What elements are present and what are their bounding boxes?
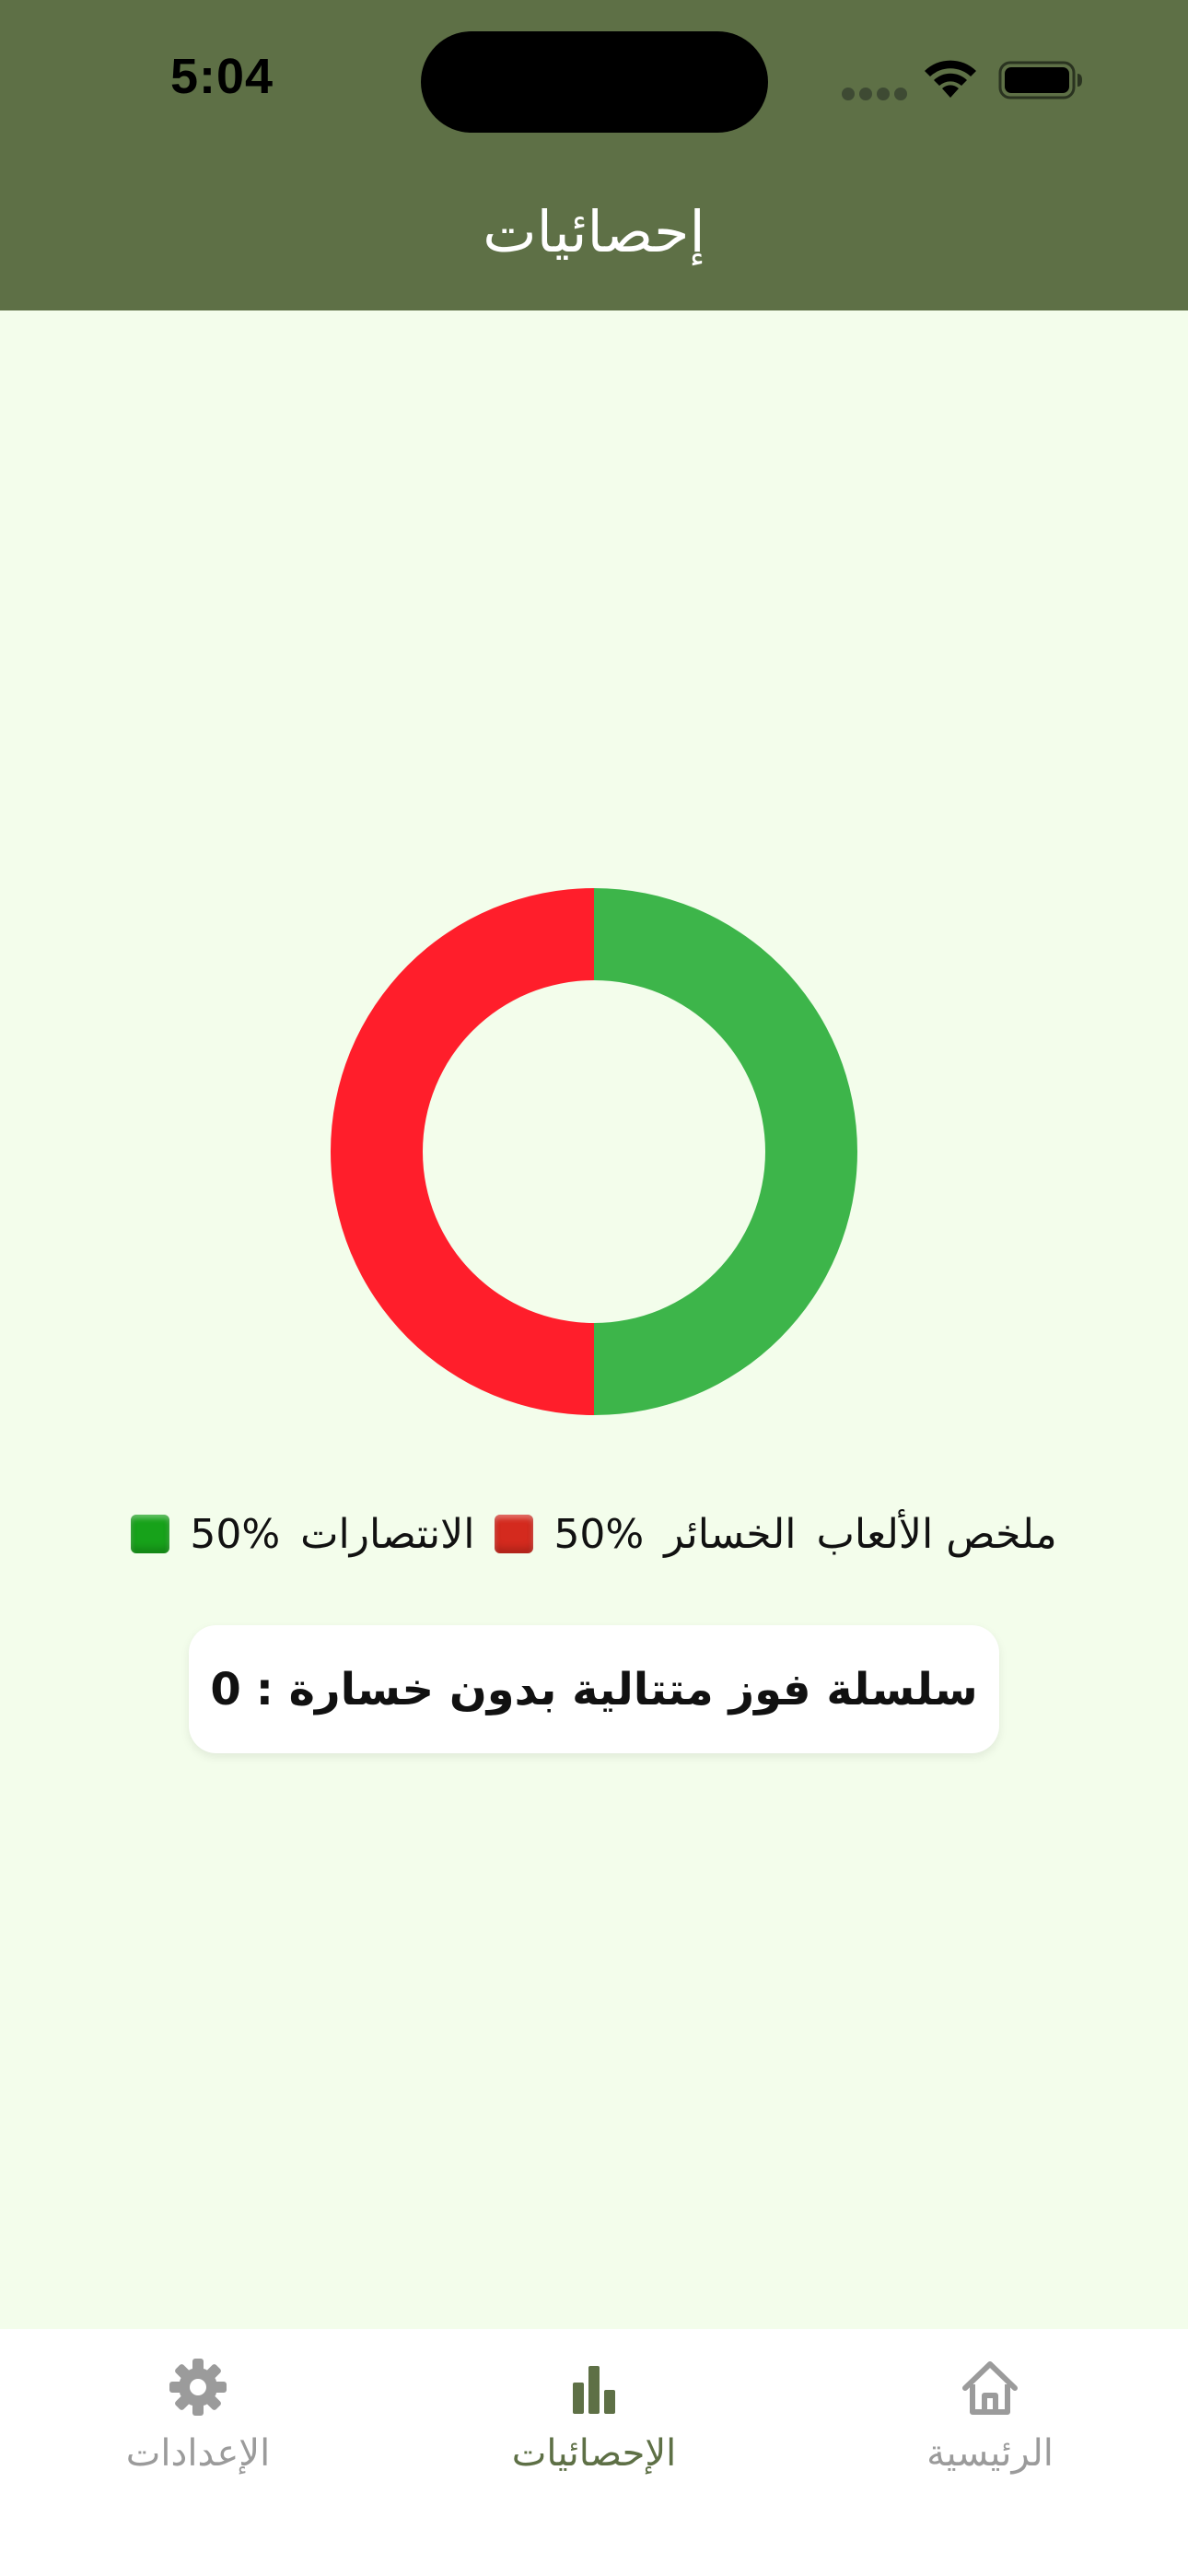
- legend-losses-swatch: [495, 1515, 534, 1553]
- gear-icon: [169, 2359, 227, 2416]
- battery-icon: [998, 61, 1082, 100]
- legend-wins-percent: 50%: [190, 1510, 281, 1558]
- statistics-screen: 5:04 إحصائيات ملخص الألعاب الخسائر 50% ا…: [0, 0, 1188, 2576]
- legend-wins-swatch: [131, 1515, 170, 1553]
- legend-wins-label: الانتصارات: [300, 1510, 475, 1558]
- bottom-tab-bar: الإعدادات الإحصائيات الرئيسية: [0, 2329, 1188, 2576]
- page-title: إحصائيات: [483, 198, 705, 265]
- chart-legend: ملخص الألعاب الخسائر 50% الانتصارات 50%: [0, 1502, 1188, 1566]
- wifi-icon: [925, 60, 976, 98]
- games-summary-donut-chart: [329, 886, 859, 1417]
- header-bar: 5:04 إحصائيات: [0, 0, 1188, 310]
- win-streak-value: 0: [210, 1663, 241, 1715]
- win-streak-label: سلسلة فوز متتالية بدون خسارة :: [255, 1663, 978, 1715]
- win-streak-card: سلسلة فوز متتالية بدون خسارة : 0: [189, 1625, 999, 1753]
- tab-home[interactable]: الرئيسية: [824, 2329, 1156, 2495]
- donut-slice-losses: [331, 888, 594, 1415]
- legend-summary-label: ملخص الألعاب: [816, 1510, 1057, 1558]
- tab-settings[interactable]: الإعدادات: [32, 2329, 364, 2495]
- tab-statistics-label: الإحصائيات: [511, 2432, 677, 2475]
- tab-settings-label: الإعدادات: [125, 2432, 271, 2475]
- donut-slice-wins: [594, 888, 857, 1415]
- cellular-signal-icon: [842, 88, 908, 100]
- status-time: 5:04: [170, 49, 274, 104]
- donut-chart-svg: [331, 888, 857, 1415]
- bar-chart-icon: [573, 2366, 615, 2414]
- dynamic-island: [421, 31, 768, 133]
- legend-losses-percent: 50%: [553, 1510, 645, 1558]
- home-icon: [962, 2361, 1018, 2415]
- tab-home-label: الرئيسية: [926, 2432, 1054, 2475]
- legend-losses-label: الخسائر: [664, 1510, 797, 1558]
- tab-statistics[interactable]: الإحصائيات: [428, 2329, 760, 2495]
